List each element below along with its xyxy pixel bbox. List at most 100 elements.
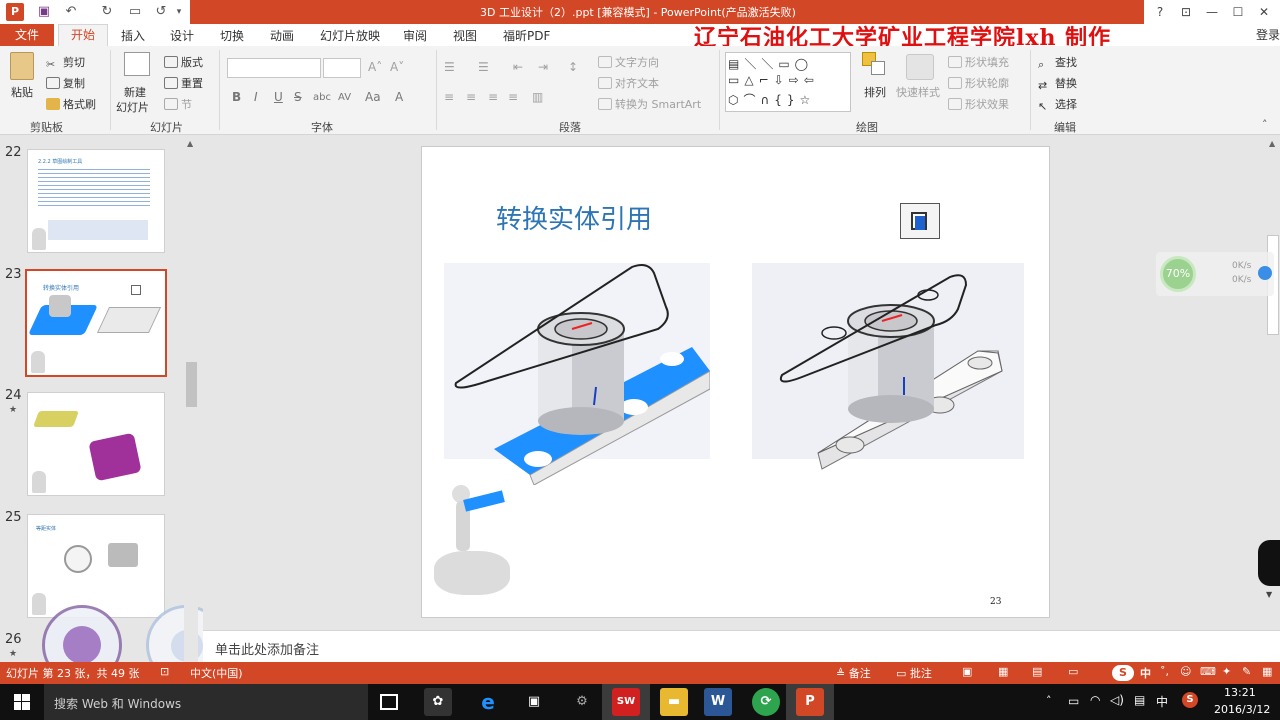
- minimize-button[interactable]: —: [1202, 2, 1222, 22]
- grow-font-icon[interactable]: A˄: [368, 60, 382, 74]
- shape-outline-button[interactable]: 形状轮廓: [948, 75, 1009, 91]
- redo-icon[interactable]: ↻: [98, 3, 116, 21]
- maximize-button[interactable]: ☐: [1228, 2, 1248, 22]
- italic-button[interactable]: I: [254, 90, 258, 104]
- clock-date[interactable]: 2016/3/12: [1214, 703, 1270, 716]
- change-case-button[interactable]: Aa: [365, 90, 381, 104]
- font-name-combo[interactable]: [227, 58, 321, 78]
- align-right-icon[interactable]: ≡: [488, 90, 498, 104]
- action-center-icon[interactable]: ▤: [1134, 693, 1145, 707]
- taskbar-search-box[interactable]: 搜索 Web 和 Windows: [44, 684, 368, 720]
- shadow-button[interactable]: abc: [313, 92, 331, 103]
- decrease-indent-icon[interactable]: ⇤: [513, 60, 523, 74]
- font-size-combo[interactable]: [323, 58, 361, 78]
- tab-slideshow[interactable]: 幻灯片放映: [320, 27, 380, 44]
- tab-home[interactable]: 开始: [58, 24, 108, 47]
- align-left-icon[interactable]: ≡: [444, 90, 454, 104]
- network-speed-widget[interactable]: 70% 0K/s 0K/s: [1156, 252, 1274, 296]
- taskbar-green-app-icon[interactable]: ⟳: [752, 688, 780, 716]
- file-explorer-icon[interactable]: ▬: [660, 688, 688, 716]
- arrange-icon[interactable]: [862, 52, 888, 78]
- ime-emoji-icon[interactable]: ☺: [1180, 665, 1191, 678]
- ime-menu-icon[interactable]: ▦: [1262, 665, 1272, 678]
- tab-animations[interactable]: 动画: [270, 27, 294, 44]
- reset-button[interactable]: 重置: [164, 75, 203, 91]
- notes-placeholder[interactable]: 单击此处添加备注: [215, 639, 319, 658]
- tab-transitions[interactable]: 切换: [220, 27, 244, 44]
- tab-foxit-pdf[interactable]: 福昕PDF: [503, 27, 550, 44]
- format-painter-button[interactable]: 格式刷: [46, 96, 96, 112]
- shape-fill-button[interactable]: 形状填充: [948, 54, 1009, 70]
- thumbnail-scroll-thumb[interactable]: [186, 362, 197, 407]
- qat-dropdown-icon[interactable]: ▾: [170, 3, 188, 21]
- ime-tools-icon[interactable]: ✎: [1242, 665, 1251, 678]
- undo-icon[interactable]: ↶: [62, 3, 80, 21]
- show-hidden-icons-icon[interactable]: ˄: [1046, 694, 1052, 707]
- powerpoint-app-icon[interactable]: P: [6, 3, 24, 21]
- ime-punctuation-icon[interactable]: ˚,: [1160, 665, 1169, 678]
- tab-insert[interactable]: 插入: [121, 27, 145, 44]
- reading-view-icon[interactable]: ▤: [1032, 665, 1042, 678]
- cut-button[interactable]: ✂ 剪切: [46, 54, 85, 71]
- bold-button[interactable]: B: [232, 90, 241, 104]
- help-button[interactable]: ?: [1150, 2, 1170, 22]
- scroll-up-arrow-icon[interactable]: ▲: [1269, 139, 1275, 148]
- repeat-icon[interactable]: ↺: [152, 3, 170, 21]
- taskbar-ime-indicator[interactable]: 中: [1156, 693, 1168, 710]
- shapes-gallery[interactable]: ▤＼＼▭◯ ▭△⌐⇩⇨⇦ ⬡⌒∩{}☆: [725, 52, 851, 112]
- slide-sorter-icon[interactable]: ▦: [998, 665, 1008, 678]
- tab-review[interactable]: 审阅: [403, 27, 427, 44]
- scroll-up-arrow-icon[interactable]: ▲: [187, 139, 193, 148]
- floating-app-icon[interactable]: [1258, 540, 1280, 586]
- login-link[interactable]: 登录: [1256, 26, 1280, 43]
- font-color-button[interactable]: A: [395, 90, 403, 104]
- ime-keyboard-icon[interactable]: ⌨: [1200, 665, 1216, 678]
- arrange-button[interactable]: 排列: [864, 84, 886, 100]
- justify-icon[interactable]: ≡: [508, 90, 518, 104]
- quick-styles-icon[interactable]: [906, 54, 934, 80]
- ribbon-display-button[interactable]: ⊡: [1176, 2, 1196, 22]
- slide-thumbnail-24[interactable]: [27, 392, 165, 496]
- tab-file[interactable]: 文件: [0, 24, 54, 46]
- store-icon[interactable]: ▣: [520, 688, 548, 716]
- tab-view[interactable]: 视图: [453, 27, 477, 44]
- align-center-icon[interactable]: ≡: [466, 90, 476, 104]
- new-slide-icon[interactable]: [124, 52, 150, 76]
- wifi-icon[interactable]: ◠: [1090, 693, 1100, 707]
- slide-thumbnail-22[interactable]: 2.2.2 草图绘制工具: [27, 149, 165, 253]
- section-button[interactable]: 节: [164, 96, 192, 112]
- shrink-font-icon[interactable]: A˅: [390, 60, 404, 74]
- quick-styles-button[interactable]: 快速样式: [896, 84, 940, 100]
- spell-check-icon[interactable]: ⊡: [160, 665, 169, 678]
- replace-button[interactable]: ⇄ 替换: [1038, 75, 1077, 92]
- notes-pane[interactable]: 单击此处添加备注: [203, 630, 1280, 662]
- search-placeholder[interactable]: 搜索 Web 和 Windows: [54, 695, 181, 712]
- ime-mode-chinese[interactable]: 中: [1140, 665, 1151, 681]
- close-button[interactable]: ✕: [1254, 2, 1274, 22]
- battery-icon[interactable]: ▭: [1068, 694, 1079, 708]
- bullets-icon[interactable]: ☰: [444, 60, 455, 74]
- line-spacing-icon[interactable]: ↕: [568, 60, 578, 74]
- layout-button[interactable]: 版式: [164, 54, 203, 70]
- new-slide-label-1[interactable]: 新建: [124, 84, 146, 100]
- taskbar-active-solidworks[interactable]: SW: [602, 684, 650, 720]
- copy-button[interactable]: 复制: [46, 75, 85, 91]
- taskbar-active-powerpoint[interactable]: P: [786, 684, 834, 720]
- strikethrough-button[interactable]: S: [294, 90, 302, 104]
- slideshow-view-icon[interactable]: ▭: [1068, 665, 1078, 678]
- paste-icon[interactable]: [10, 52, 34, 80]
- sogou-ime-icon[interactable]: S: [1112, 665, 1134, 681]
- increase-indent-icon[interactable]: ⇥: [538, 60, 548, 74]
- save-icon[interactable]: ▣: [35, 3, 53, 21]
- select-button[interactable]: ↖ 选择: [1038, 96, 1077, 113]
- word-icon[interactable]: W: [704, 688, 732, 716]
- slide-thumbnail-25[interactable]: 等距实体: [27, 514, 165, 618]
- windows-start-icon[interactable]: [14, 694, 30, 710]
- current-slide[interactable]: 转换实体引用 23: [421, 146, 1050, 618]
- notes-toggle-button[interactable]: ≜ 备注: [836, 665, 871, 681]
- language-indicator[interactable]: 中文(中国): [190, 665, 243, 681]
- align-text-button[interactable]: 对齐文本: [598, 75, 659, 91]
- clock-time[interactable]: 13:21: [1224, 686, 1256, 699]
- smartart-button[interactable]: 转换为 SmartArt: [598, 96, 701, 112]
- taskbar-app-1-icon[interactable]: ✿: [424, 688, 452, 716]
